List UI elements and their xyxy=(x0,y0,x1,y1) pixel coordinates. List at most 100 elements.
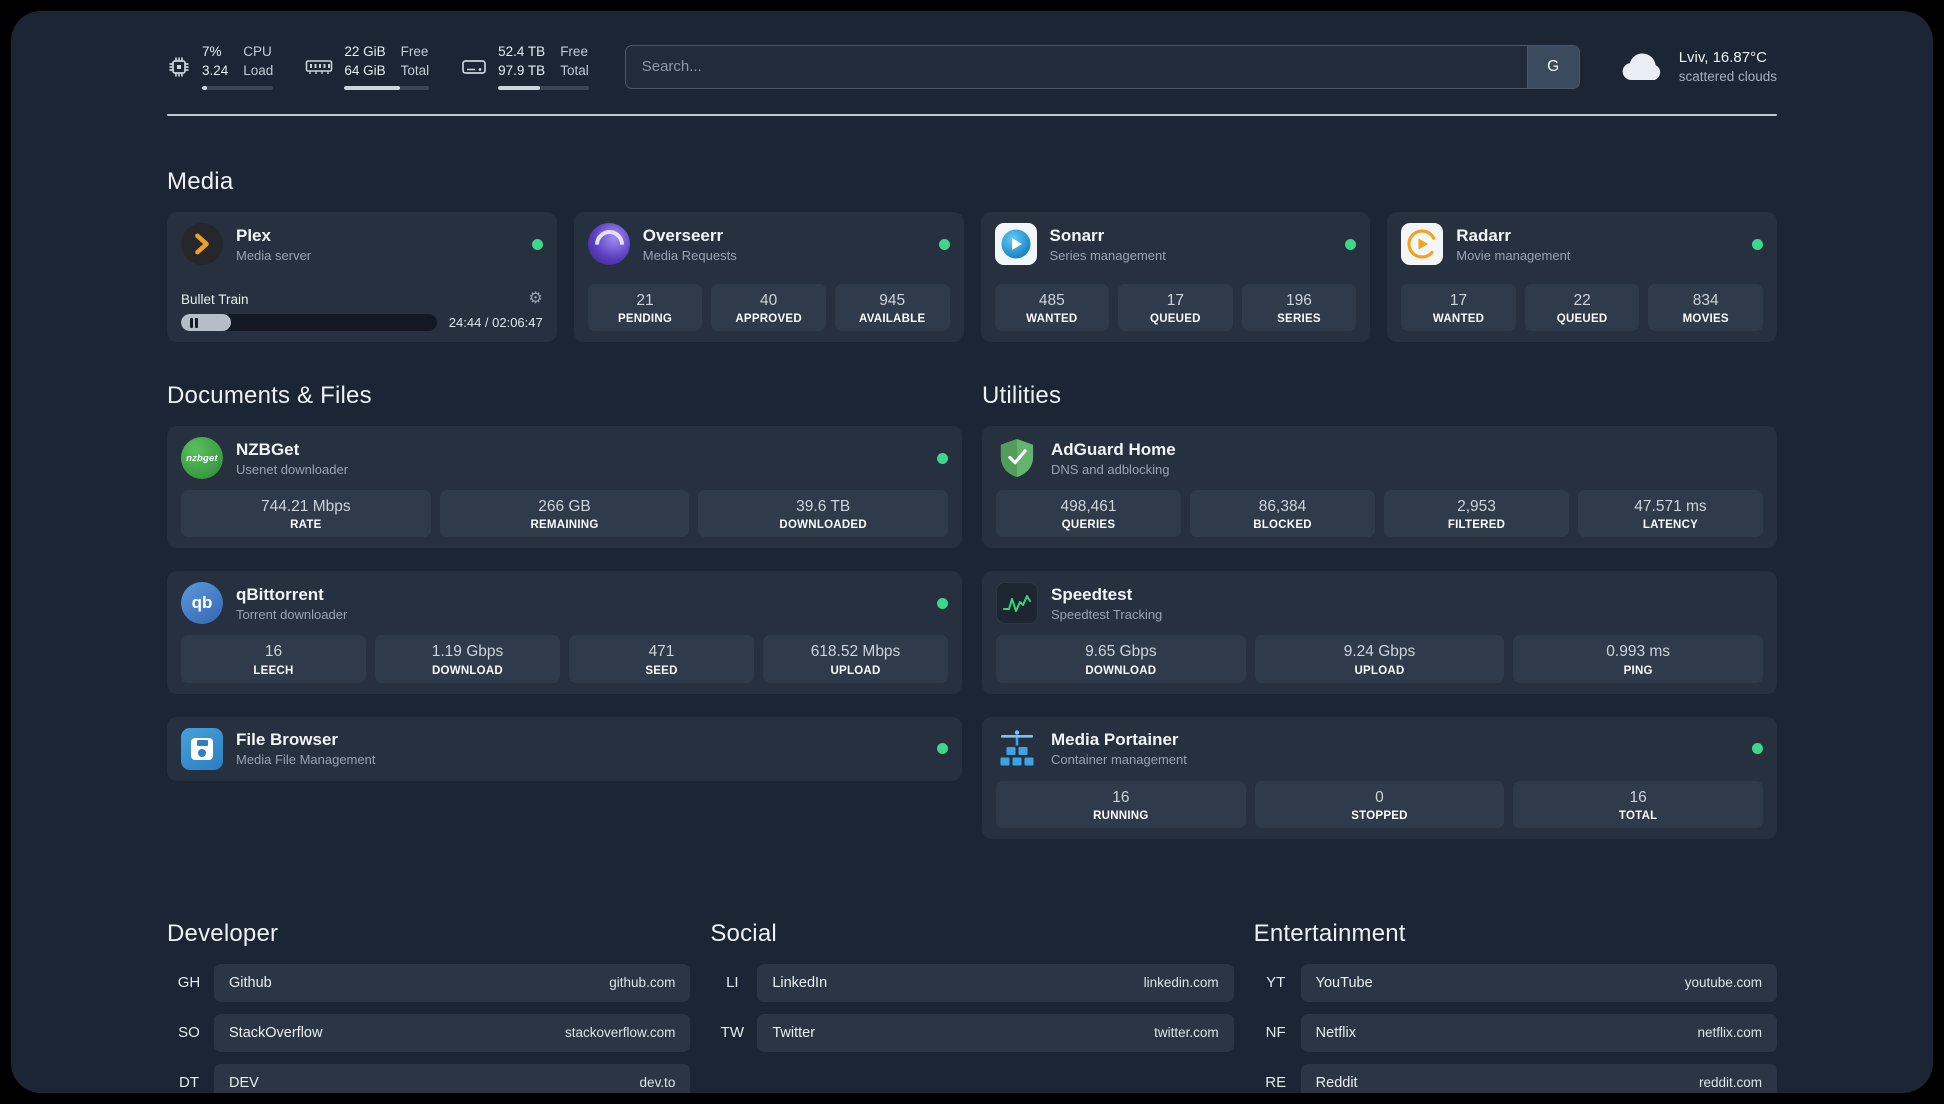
service-card-overseerr: Overseerr Media Requests 21 PENDING 40 A… xyxy=(573,212,964,343)
service-card-portainer: Media Portainer Container management 16 … xyxy=(982,716,1777,839)
bookmark-url: linkedin.com xyxy=(1143,975,1219,991)
utilities-column: Utilities AdGuard Home DNS and adblockin… xyxy=(982,382,1777,861)
memory-free-value: 22 GiB xyxy=(344,44,386,59)
bookmark-name: LinkedIn xyxy=(772,974,828,991)
stat-queued: 22 QUEUED xyxy=(1524,284,1640,332)
bookmark-abbr: GH xyxy=(177,974,201,992)
search-input[interactable] xyxy=(625,45,1527,88)
service-desc: Media File Management xyxy=(236,752,376,768)
stat-latency: 47.571 ms LATENCY xyxy=(1578,490,1763,538)
stat-pending: 21 PENDING xyxy=(587,284,703,332)
bookmark-abbr: DT xyxy=(179,1074,199,1092)
bookmark-netflix[interactable]: NF Netflix netflix.com xyxy=(1254,1013,1777,1052)
service-name: NZBGet xyxy=(236,439,300,459)
bookmark-github[interactable]: GH Github github.com xyxy=(167,963,691,1002)
overseerr-stats: 21 PENDING 40 APPROVED 945 AVAILABLE xyxy=(587,284,950,332)
top-bar: 7% 3.24 CPU Load 22 GiB 64 GiB Free Tota… xyxy=(167,43,1777,91)
service-link-nzbget[interactable]: nzbget NZBGet Usenet downloader xyxy=(181,437,948,480)
service-link-adguard[interactable]: AdGuard Home DNS and adblocking xyxy=(996,437,1763,479)
status-dot xyxy=(1752,743,1763,755)
stat-rate: 744.21 Mbps RATE xyxy=(181,490,431,538)
service-desc: Torrent downloader xyxy=(236,607,348,623)
bookmark-twitter[interactable]: TW Twitter twitter.com xyxy=(710,1013,1234,1052)
weather-widget: Lviv, 16.87°C scattered clouds xyxy=(1620,49,1777,84)
stat-queued: 17 QUEUED xyxy=(1118,284,1233,332)
stat-stopped: 0 STOPPED xyxy=(1254,780,1505,828)
service-link-sonarr[interactable]: Sonarr Series management xyxy=(994,223,1357,266)
memory-total-label: Total xyxy=(400,62,430,78)
adguard-stats: 498,461 QUERIES 86,384 BLOCKED 2,953 FIL… xyxy=(996,490,1763,538)
cpu-label: CPU xyxy=(243,44,272,59)
filebrowser-icon xyxy=(181,727,223,770)
weather-condition: scattered clouds xyxy=(1678,69,1777,85)
disk-icon xyxy=(461,56,487,78)
bookmark-url: github.com xyxy=(609,975,676,991)
stat-downloaded: 39.6 TB DOWNLOADED xyxy=(698,490,948,538)
bookmark-abbr: TW xyxy=(720,1024,744,1042)
service-name: Speedtest xyxy=(1051,585,1133,604)
service-card-speedtest: Speedtest Speedtest Tracking 9.65 Gbps D… xyxy=(982,571,1777,694)
service-link-qbittorrent[interactable]: qb qBittorrent Torrent downloader xyxy=(181,582,948,625)
nzbget-stats: 744.21 Mbps RATE 266 GB REMAINING 39.6 T… xyxy=(181,490,948,538)
cpu-percent: 7% xyxy=(202,44,222,59)
developer-bookmarks: Developer GH Github github.com SO StackO… xyxy=(167,920,691,1093)
qbittorrent-icon: qb xyxy=(181,582,223,625)
weather-location: Lviv, 16.87°C xyxy=(1678,49,1767,67)
entertainment-bookmarks: Entertainment YT YouTube youtube.com NF … xyxy=(1254,920,1777,1093)
status-dot xyxy=(937,597,948,609)
pause-icon[interactable] xyxy=(190,317,198,328)
stat-wanted: 485 WANTED xyxy=(994,284,1110,332)
now-playing-title: Bullet Train xyxy=(181,291,249,307)
service-name: Radarr xyxy=(1456,225,1512,245)
service-link-speedtest[interactable]: Speedtest Speedtest Tracking xyxy=(996,582,1763,625)
service-name: Plex xyxy=(236,225,271,245)
section-title-media: Media xyxy=(167,168,234,196)
sonarr-stats: 485 WANTED 17 QUEUED 196 SERIES xyxy=(994,284,1357,332)
service-name: AdGuard Home xyxy=(1051,439,1176,459)
service-link-portainer[interactable]: Media Portainer Container management xyxy=(996,728,1763,770)
bookmark-stackoverflow[interactable]: SO StackOverflow stackoverflow.com xyxy=(167,1013,691,1052)
bookmark-dev[interactable]: DT DEV dev.to xyxy=(167,1063,691,1093)
service-card-sonarr: Sonarr Series management 485 WANTED 17 Q… xyxy=(980,212,1371,343)
bookmark-youtube[interactable]: YT YouTube youtube.com xyxy=(1254,963,1777,1002)
service-card-nzbget: nzbget NZBGet Usenet downloader 744.21 M… xyxy=(167,426,962,549)
memory-widget: 22 GiB 64 GiB Free Total xyxy=(305,43,430,91)
bookmark-url: twitter.com xyxy=(1154,1025,1219,1041)
playback-time: 24:44 / 02:06:47 xyxy=(448,315,543,331)
bookmark-name: Github xyxy=(229,974,272,991)
stat-ping: 0.993 ms PING xyxy=(1513,635,1763,683)
service-desc: Media Requests xyxy=(642,248,737,264)
bookmark-reddit[interactable]: RE Reddit reddit.com xyxy=(1254,1063,1777,1093)
section-title-utilities: Utilities xyxy=(982,382,1062,410)
cpu-widget: 7% 3.24 CPU Load xyxy=(167,43,274,91)
disk-total-label: Total xyxy=(560,62,589,78)
service-link-radarr[interactable]: Radarr Movie management xyxy=(1401,223,1763,266)
playback-progress-bar[interactable] xyxy=(181,314,437,332)
service-card-plex: Plex Media server Bullet Train ⚙ 24:44 /… xyxy=(167,212,557,343)
stat-running: 16 RUNNING xyxy=(996,780,1246,828)
cpu-icon xyxy=(167,55,191,79)
bookmark-url: reddit.com xyxy=(1698,1075,1762,1091)
service-desc: Movie management xyxy=(1456,248,1571,264)
stat-upload: 9.24 Gbps UPLOAD xyxy=(1254,635,1505,683)
stat-approved: 40 APPROVED xyxy=(711,284,826,332)
status-dot xyxy=(531,238,543,250)
adguard-icon xyxy=(996,437,1038,479)
media-section: Media Plex Media server Bullet Train ⚙ 2… xyxy=(167,168,1777,343)
bookmark-linkedin[interactable]: LI LinkedIn linkedin.com xyxy=(710,963,1234,1002)
search-provider-button[interactable]: G xyxy=(1526,45,1579,88)
radarr-stats: 17 WANTED 22 QUEUED 834 MOVIES xyxy=(1401,284,1763,332)
stat-series: 196 SERIES xyxy=(1241,284,1357,332)
gear-icon[interactable]: ⚙ xyxy=(528,291,542,307)
stat-seed: 471 SEED xyxy=(569,635,754,683)
bookmark-url: youtube.com xyxy=(1684,975,1762,991)
service-link-filebrowser[interactable]: File Browser Media File Management xyxy=(181,727,948,770)
section-title-social: Social xyxy=(710,919,777,947)
bookmark-url: dev.to xyxy=(639,1075,676,1091)
service-link-overseerr[interactable]: Overseerr Media Requests xyxy=(587,223,950,266)
disk-usage-bar xyxy=(498,85,589,91)
service-link-plex[interactable]: Plex Media server xyxy=(181,223,543,266)
header-divider xyxy=(167,114,1777,117)
service-name: Sonarr xyxy=(1049,225,1105,245)
service-desc: Speedtest Tracking xyxy=(1051,607,1163,623)
